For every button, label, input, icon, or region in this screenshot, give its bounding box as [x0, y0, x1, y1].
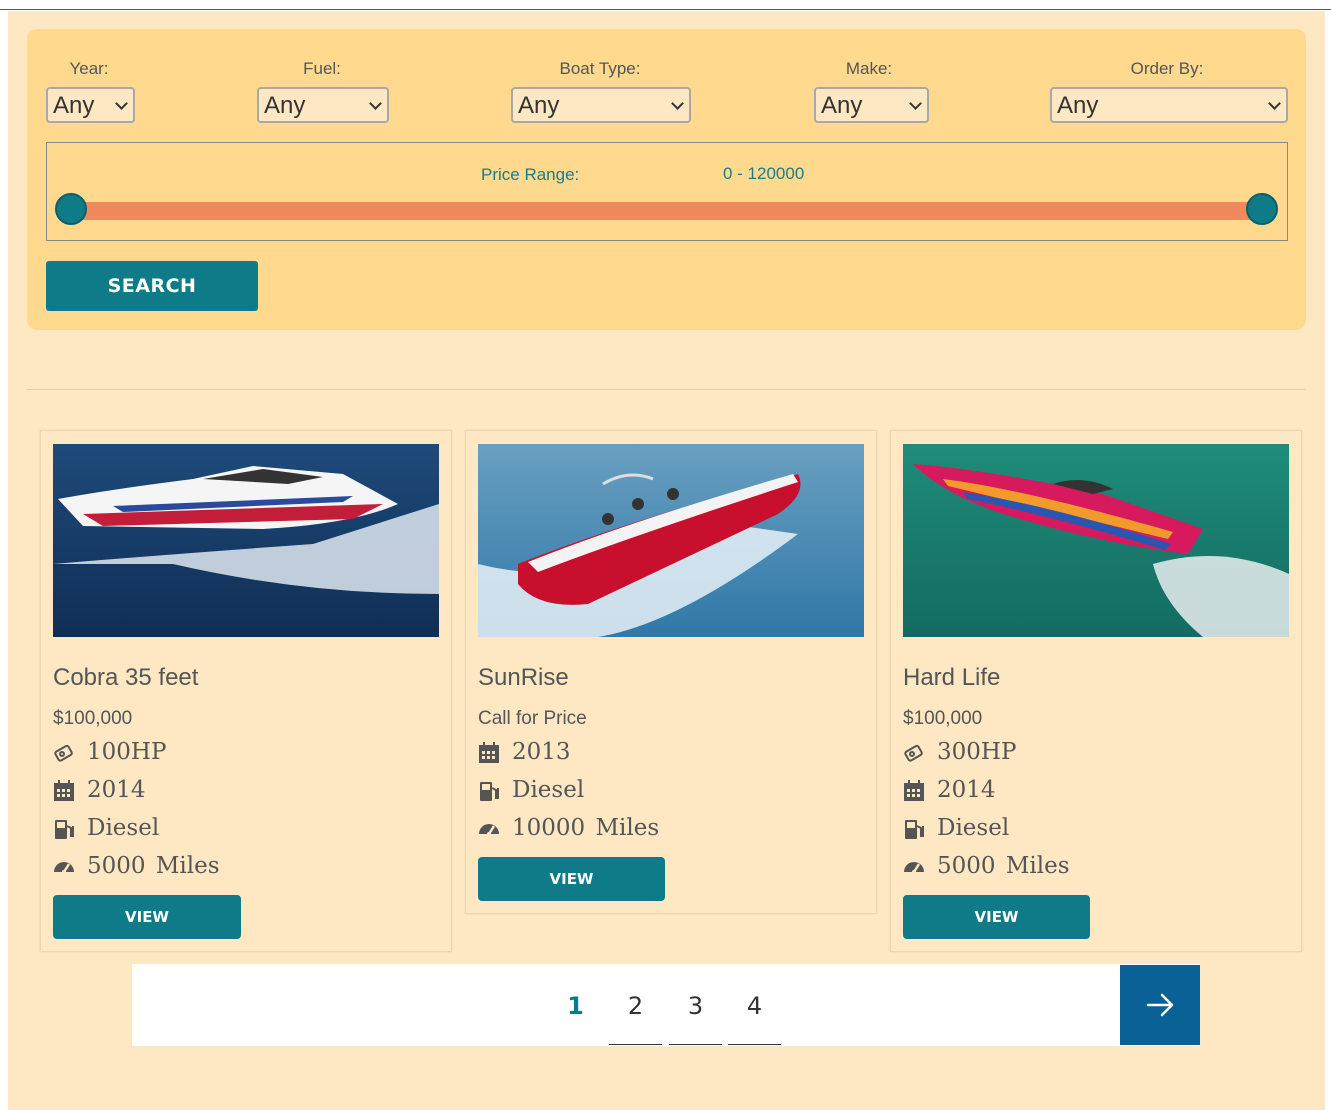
engine-icon — [904, 744, 923, 762]
boat-image[interactable] — [903, 444, 1289, 637]
calendar-icon — [54, 780, 74, 801]
price-range-track[interactable] — [71, 202, 1263, 220]
spec-power-value: 100HP — [87, 739, 167, 765]
listing-price: Call for Price — [478, 708, 587, 729]
listing-card: Hard Life $100,000 300HP 2014 Diesel 500… — [890, 430, 1302, 952]
price-range-value: 0 - 120000 — [723, 164, 805, 183]
spec-fuel-value: Diesel — [937, 815, 1010, 841]
view-button[interactable]: VIEW — [903, 895, 1090, 939]
boat-image[interactable] — [53, 444, 439, 637]
spec-mileage-value: 10000 Miles — [512, 815, 660, 841]
fuel-pump-icon — [55, 820, 74, 839]
page-link-2[interactable]: 2 — [609, 964, 662, 1045]
chevron-down-icon — [671, 97, 684, 110]
order-by-label: Order By: — [1130, 59, 1204, 78]
boat-image[interactable] — [478, 444, 864, 637]
view-button[interactable]: VIEW — [478, 857, 665, 901]
listing-title: Hard Life — [903, 664, 1001, 691]
speedometer-icon — [479, 824, 499, 836]
speedometer-icon — [54, 862, 74, 874]
fuel-pump-icon — [905, 820, 924, 839]
year-label: Year: — [69, 59, 109, 78]
spec-mileage-value: 5000 Miles — [937, 853, 1070, 879]
spec-power-value: 300HP — [937, 739, 1017, 765]
make-select-value: Any — [821, 92, 863, 119]
order-by-select[interactable]: Any — [1050, 87, 1288, 123]
boat-type-select[interactable]: Any — [511, 87, 691, 123]
fuel-label: Fuel: — [303, 59, 341, 78]
price-range-box: Price Range: 0 - 120000 — [46, 142, 1288, 241]
listing-card: Cobra 35 feet $100,000 100HP 2014 Diesel — [40, 430, 452, 952]
search-filter-panel: Year: Any Fuel: Any Boat Type: Any Make: — [27, 29, 1306, 330]
year-select[interactable]: Any — [46, 87, 135, 123]
fuel-select[interactable]: Any — [257, 87, 389, 123]
listing-price: $100,000 — [903, 708, 983, 729]
spec-year-value: 2013 — [512, 739, 571, 765]
calendar-icon — [479, 742, 499, 763]
calendar-icon — [904, 780, 924, 801]
page: Year: Any Fuel: Any Boat Type: Any Make: — [8, 11, 1325, 1110]
page-link-1[interactable]: 1 — [549, 964, 602, 1045]
price-range-min-handle[interactable] — [55, 193, 87, 225]
arrow-right-icon — [1146, 993, 1174, 1017]
pagination: 1 2 3 4 — [132, 964, 1200, 1046]
price-range-label: Price Range: — [481, 165, 580, 184]
spec-year-value: 2014 — [87, 777, 146, 803]
make-label: Make: — [845, 59, 893, 78]
spec-mileage-value: 5000 Miles — [87, 853, 220, 879]
top-border — [0, 0, 1331, 10]
boat-type-label: Boat Type: — [559, 59, 641, 78]
listing-title: Cobra 35 feet — [53, 664, 199, 691]
chevron-down-icon — [369, 97, 382, 110]
spec-year-value: 2014 — [937, 777, 996, 803]
spec-fuel-value: Diesel — [512, 777, 585, 803]
chevron-down-icon — [115, 97, 128, 110]
year-select-value: Any — [53, 92, 95, 119]
fuel-select-value: Any — [264, 92, 306, 119]
price-range-max-handle[interactable] — [1246, 193, 1278, 225]
speedometer-icon — [904, 862, 924, 874]
fuel-pump-icon — [480, 782, 499, 801]
section-divider — [27, 389, 1306, 390]
search-button[interactable]: SEARCH — [46, 261, 258, 311]
order-by-select-value: Any — [1057, 92, 1099, 119]
chevron-down-icon — [909, 97, 922, 110]
boat-type-select-value: Any — [518, 92, 560, 119]
view-button[interactable]: VIEW — [53, 895, 241, 939]
listing-card: SunRise Call for Price 2013 Diesel 10000… — [465, 430, 877, 914]
listing-price: $100,000 — [53, 708, 133, 729]
chevron-down-icon — [1268, 97, 1281, 110]
next-page-button[interactable] — [1120, 965, 1200, 1045]
listing-title: SunRise — [478, 664, 569, 691]
spec-fuel-value: Diesel — [87, 815, 160, 841]
engine-icon — [54, 744, 73, 762]
make-select[interactable]: Any — [814, 87, 929, 123]
page-link-3[interactable]: 3 — [669, 964, 722, 1045]
page-link-4[interactable]: 4 — [728, 964, 781, 1045]
